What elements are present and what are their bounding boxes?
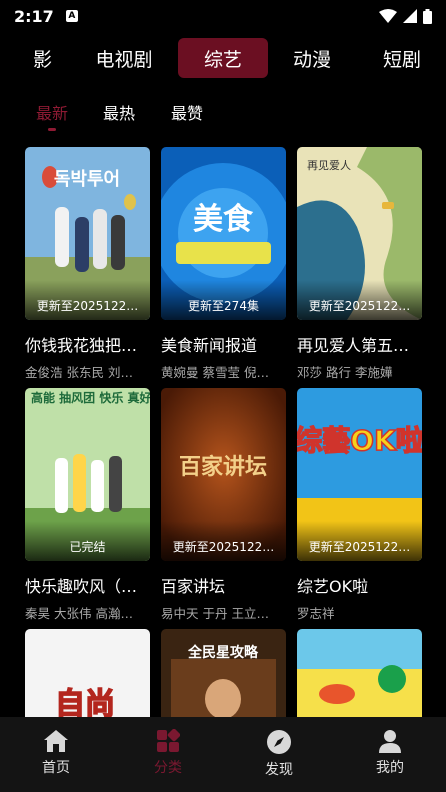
subtab-hottest[interactable]: 最热 [103,100,135,124]
signal-icon [403,9,417,23]
svg-text:自尚: 自尚 [55,687,115,717]
svg-text:综藝OK啦: 综藝OK啦 [297,424,422,457]
battery-icon [423,8,432,24]
update-status: 更新至2025122… [308,299,411,313]
poster[interactable]: 综藝OK啦 更新至2025122… [297,388,422,561]
sort-tabs: 最新 最热 最赞 [0,100,446,136]
nav-home[interactable]: 首页 [26,729,86,777]
update-status: 更新至2025122… [172,540,275,554]
svg-text:독박투어: 독박투어 [54,169,120,190]
status-icons [379,8,432,24]
poster-image [297,629,422,717]
svg-text:再见爱人: 再见爱人 [307,159,351,172]
show-card[interactable]: 美食 更新至274集 美食新闻报道 黄婉曼 蔡雪莹 倪… [161,147,286,381]
tab-tv-series[interactable]: 电视剧 [88,38,160,78]
bottom-nav: 首页 分类 发现 我的 [0,717,446,792]
compass-icon [267,730,291,754]
tab-anime[interactable]: 动漫 [284,38,340,78]
poster-image: 自尚 [25,629,150,717]
card-title[interactable]: 百家讲坛 [161,573,286,597]
status-time: 2:17 [14,6,54,26]
poster[interactable]: 百家讲坛 更新至2025122… [161,388,286,561]
card-cast: 易中天 于丹 王立… [161,606,269,621]
card-cast: 邓莎 路行 李施嬅 [297,365,393,380]
card-cast: 黄婉曼 蔡雪莹 倪… [161,365,269,380]
update-status: 更新至2025122… [308,540,411,554]
poster-image: 全民星攻略 [161,629,286,717]
subtab-most-liked[interactable]: 最赞 [171,100,203,124]
nav-discover[interactable]: 发现 [249,729,309,779]
poster[interactable]: 自尚 [25,629,150,717]
show-card[interactable]: 全民星攻略 [161,629,286,717]
home-icon [44,730,68,752]
poster[interactable]: 再见爱人 更新至2025122… [297,147,422,320]
card-title[interactable]: 再见爱人第五… [297,332,422,356]
poster[interactable]: 독박투어 更新至2025122… [25,147,150,320]
card-title[interactable]: 美食新闻报道 [161,332,286,356]
poster[interactable] [297,629,422,717]
tab-movie[interactable]: 影 [8,38,52,78]
show-card[interactable] [297,629,422,717]
category-icon [157,729,180,752]
nav-label: 我的 [376,760,404,776]
card-cast: 罗志祥 [297,606,335,621]
svg-text:百家讲坛: 百家讲坛 [179,454,267,480]
poster[interactable]: 全民星攻略 [161,629,286,717]
show-card[interactable]: 高能 抽风团 快乐 真好笑 已完结 快乐趣吹风（… 秦昊 大张伟 高瀚… [25,388,150,622]
svg-text:高能 抽风团 快乐 真好笑: 高能 抽风团 快乐 真好笑 [31,390,150,405]
profile-icon [379,730,401,753]
poster[interactable]: 高能 抽风团 快乐 真好笑 已完结 [25,388,150,561]
nav-label: 首页 [42,760,70,776]
card-cast: 金俊浩 张东民 刘… [25,365,133,380]
content-grid: 독박투어 更新至2025122… 你钱我花独把… 金俊浩 张东民 刘… 美食 更… [0,147,446,717]
poster[interactable]: 美食 更新至274集 [161,147,286,320]
tab-short-drama[interactable]: 短剧 [374,38,430,78]
show-card[interactable]: 再见爱人 更新至2025122… 再见爱人第五… 邓莎 路行 李施嬅 [297,147,422,381]
card-title[interactable]: 综艺OK啦 [297,573,422,597]
show-card[interactable]: 自尚 [25,629,150,717]
nav-label: 分类 [154,760,182,776]
status-bar: 2:17 A [0,0,446,32]
notification-icon: A [65,10,78,22]
card-cast: 秦昊 大张伟 高瀚… [25,606,133,621]
svg-text:全民星攻略: 全民星攻略 [187,644,259,661]
card-title[interactable]: 快乐趣吹风（… [25,573,150,597]
card-title[interactable]: 你钱我花独把… [25,332,150,356]
category-tabs: 影 电视剧 综艺 动漫 短剧 [0,38,446,78]
update-status: 已完结 [69,540,106,554]
show-card[interactable]: 독박투어 更新至2025122… 你钱我花独把… 金俊浩 张东民 刘… [25,147,150,381]
nav-profile[interactable]: 我的 [360,729,420,777]
subtab-indicator [48,128,56,131]
update-status: 更新至274集 [188,299,259,313]
subtab-latest[interactable]: 最新 [36,100,68,124]
update-status: 更新至2025122… [36,299,139,313]
svg-text:美食: 美食 [193,202,254,237]
nav-label: 发现 [265,762,293,778]
show-card[interactable]: 百家讲坛 更新至2025122… 百家讲坛 易中天 于丹 王立… [161,388,286,622]
tab-variety[interactable]: 综艺 [178,38,268,78]
show-card[interactable]: 综藝OK啦 更新至2025122… 综艺OK啦 罗志祥 [297,388,422,622]
nav-category[interactable]: 分类 [138,729,198,777]
wifi-icon [379,9,397,23]
